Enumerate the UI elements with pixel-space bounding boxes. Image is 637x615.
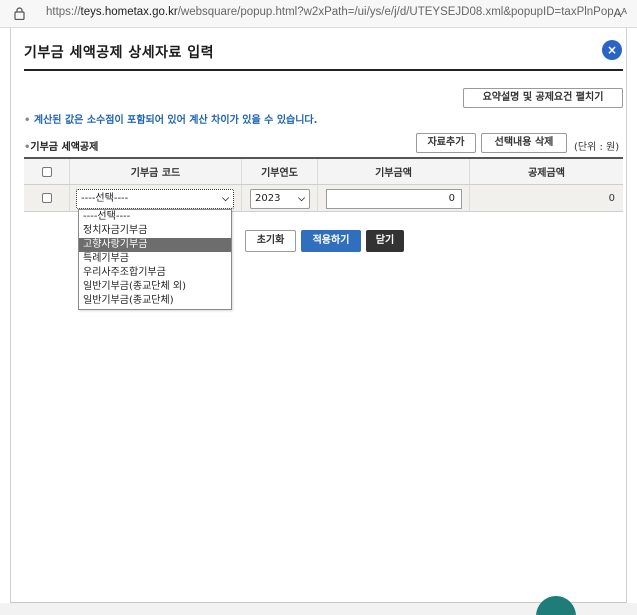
section-title: •기부금 세액공제: [24, 142, 99, 153]
address-bar[interactable]: https://teys.hometax.go.kr/websquare/pop…: [0, 0, 637, 28]
table-header: 기부금 코드 기부연도 기부금액 공제금액: [24, 159, 623, 185]
header-code: 기부금 코드: [70, 159, 242, 184]
chevron-down-icon: ⌵: [298, 194, 305, 204]
dropdown-option[interactable]: 일반기부금(종교단체): [79, 294, 231, 308]
dropdown-option[interactable]: ----선택----: [79, 210, 231, 224]
reset-button[interactable]: 초기화: [245, 230, 296, 252]
lock-icon: [14, 7, 25, 20]
header-deduction: 공제금액: [528, 168, 565, 179]
donation-code-select[interactable]: ----선택---- ⌵: [76, 189, 234, 209]
donation-code-dropdown[interactable]: ----선택---- 정치자금기부금 고향사랑기부금 특례기부금 우리사주조합기…: [78, 209, 232, 310]
donation-year-select[interactable]: 2023 ⌵: [250, 189, 310, 209]
title-divider: [24, 69, 623, 71]
donation-year-value: 2023: [255, 193, 281, 204]
dropdown-option[interactable]: 우리사주조합기부금: [79, 266, 231, 280]
chevron-down-icon: ⌵: [222, 194, 229, 204]
close-button[interactable]: 닫기: [366, 230, 404, 252]
url-text: https://teys.hometax.go.kr/websquare/pop…: [46, 6, 624, 18]
donation-amount-input[interactable]: 0: [326, 189, 462, 209]
add-row-button[interactable]: 자료추가: [416, 133, 476, 153]
dropdown-option[interactable]: 정치자금기부금: [79, 224, 231, 238]
donation-table: 기부금 코드 기부연도 기부금액 공제금액 0 ----선택---- ⌵ 202…: [24, 157, 623, 212]
deduction-cell: 0: [470, 185, 623, 211]
dropdown-option[interactable]: 일반기부금(종교단체 외): [79, 280, 231, 294]
unit-label: (단위 : 원): [574, 142, 620, 153]
row-select-cell: [24, 185, 70, 211]
header-amount: 기부금액: [318, 159, 470, 184]
table-row: 0 ----선택---- ⌵ 2023 ⌵ 0: [24, 185, 623, 212]
close-icon[interactable]: ×: [602, 40, 622, 60]
apply-button[interactable]: 적용하기: [301, 230, 361, 252]
row-checkbox[interactable]: [41, 193, 52, 203]
dropdown-option-highlighted[interactable]: 고향사랑기부금: [79, 238, 231, 252]
summary-toggle-button[interactable]: 요약설명 및 공제요건 펼치기: [463, 88, 623, 108]
dropdown-option[interactable]: 특례기부금: [79, 252, 231, 266]
select-all-checkbox[interactable]: [41, 166, 52, 177]
notice-text: • 계산된 값은 소수점이 포함되어 있어 계산 차이가 있을 수 있습니다.: [24, 115, 318, 126]
deduction-value: 0: [608, 192, 615, 204]
header-year: 기부연도: [242, 159, 318, 184]
header-select-all: [24, 159, 70, 184]
delete-selected-button[interactable]: 선택내용 삭제: [481, 133, 567, 153]
donation-code-value: ----선택----: [81, 193, 129, 204]
reader-view-icon[interactable]: Aᴬ: [614, 6, 627, 20]
popup-title: 기부금 세액공제 상세자료 입력: [24, 45, 215, 61]
